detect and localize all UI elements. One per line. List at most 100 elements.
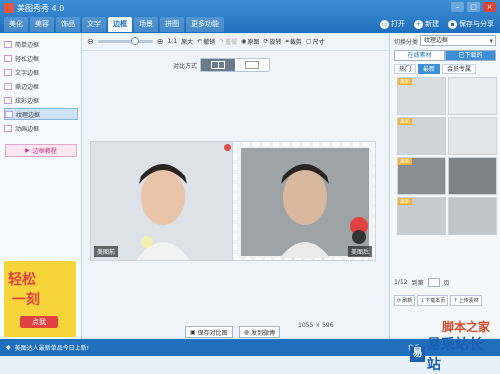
zoom-reset-button[interactable]: 1:1 [167,38,177,45]
compare-single-option[interactable] [235,59,269,71]
category-select[interactable]: 纹理边框 [420,35,496,46]
status-text[interactable]: 美图达人最新单品今日上新! [15,343,89,352]
tab-frame[interactable]: 边框 [108,17,132,32]
refresh-button[interactable]: ⟳ 刷新 [394,295,416,306]
save-share-button[interactable]: ▪ 保存与分享 [448,17,494,31]
tab-beautify[interactable]: 美化 [4,17,28,32]
sidebar-item-simple[interactable]: 简单边框 [4,38,78,50]
rotate-button[interactable]: ⟳ 旋转 [263,37,281,46]
material-panel: 切换分类 纹理边框 在线素材 已下载的 热门 最新 会员专属 最新 最新 最新 … [389,33,500,339]
watermark-logo-icon: 易 [410,346,425,362]
save-compare-icon: ▣ [190,328,196,336]
compare-mode-label: 对比方式 [173,63,198,70]
sidebar-item-animated[interactable]: 动画边框 [4,122,78,134]
material-thumb[interactable] [448,197,497,235]
sidebar-item-colorful[interactable]: 炫彩边框 [4,94,78,106]
post-weibo-label: 发到微博 [250,329,275,337]
material-filter-tabs: 热门 最新 会员专属 [394,64,477,74]
download-page-button[interactable]: ↓ 下载本页 [417,295,449,306]
tab-face[interactable]: 美容 [30,17,54,32]
material-thumb[interactable]: 最新 [397,117,446,155]
after-photo: 美图后 [232,141,376,261]
edit-toolbar: ⊖ ⊕ 1:1 原大 ↶ 撤销 ↷ 重做 ◉ 原图 ⟳ 旋转 ⌗ 裁剪 ▢ 尺寸 [83,33,388,51]
window-controls: – □ × [451,2,496,12]
sidebar-item-easy[interactable]: 轻松边框 [4,52,78,64]
undo-button[interactable]: ↶ 撤销 [197,37,215,46]
tab-downloaded[interactable]: 已下载的 [445,50,496,61]
rotate-icon: ⟳ [263,38,269,45]
tab-more[interactable]: 更多功能 [186,17,224,32]
close-button[interactable]: × [483,2,496,12]
frame-tutorial-button[interactable]: ▶ 边框教程 [5,144,77,157]
material-thumb[interactable] [448,117,497,155]
tab-accessories[interactable]: 饰品 [56,17,80,32]
crop-icon: ⌗ [285,37,289,45]
zoom-out-icon[interactable]: ⊖ [87,37,94,46]
material-actions: ⟳ 刷新 ↓ 下载本页 ↑ 上传素材 [394,295,482,306]
tutorial-label: 边框教程 [32,148,57,155]
tab-vip[interactable]: 会员专属 [442,64,477,74]
redo-button[interactable]: ↷ 重做 [219,37,237,46]
download-label: 下载本页 [425,298,446,304]
tab-online-materials[interactable]: 在线素材 [394,50,445,61]
watermark-top: 脚本之家 [441,320,490,334]
open-button[interactable]: ▭ 打开 [380,17,405,31]
save-share-label: 保存与分享 [459,20,494,28]
material-thumb[interactable]: 最新 [397,197,446,235]
bottom-actions: ▣ 保存对比图 ◍ 发到微博 [185,326,280,338]
side-by-side-icon [211,61,225,69]
close-icon[interactable] [224,144,231,151]
original-label: 原图 [247,39,260,46]
compare-side-by-side-option[interactable] [201,59,235,71]
category-label: 切换分类 [394,39,419,46]
original-size-button[interactable]: 原大 [181,37,193,46]
save-icon: ▪ [448,19,457,29]
save-compare-label: 保存对比图 [197,329,228,337]
frame-type-icon [4,82,12,90]
tab-text[interactable]: 文字 [82,17,106,32]
zoom-slider-handle[interactable] [130,37,139,45]
upload-material-button[interactable]: ↑ 上传素材 [450,295,482,306]
frame-type-icon [4,124,12,132]
material-thumb[interactable] [448,157,497,195]
tab-scene[interactable]: 场景 [134,17,158,32]
page-input[interactable] [427,278,440,287]
refresh-icon: ⟳ [397,297,402,304]
zoom-slider[interactable] [97,37,153,45]
size-icon: ▢ [305,38,312,45]
new-button[interactable]: + 新建 [414,17,439,31]
ad-banner[interactable]: 轻松 一刻 点我 [4,261,76,337]
maximize-button[interactable]: □ [467,2,480,12]
upload-icon: ↑ [453,297,458,304]
sidebar-item-texture[interactable]: 纹理边框 [4,108,78,120]
zoom-in-icon[interactable]: ⊕ [157,37,164,46]
watermark: 脚本之家 易易采站长站 [410,318,494,373]
undo-icon: ↶ [197,38,203,45]
frame-type-icon [4,96,12,104]
sidebar-item-torn[interactable]: 撕边边框 [4,80,78,92]
tab-newest[interactable]: 最新 [418,64,441,74]
tab-hot[interactable]: 热门 [394,64,417,74]
ad-click-button[interactable]: 点我 [20,316,58,328]
goto-suffix: 页 [443,280,450,287]
sidebar-item-label: 动画边框 [15,125,40,133]
tab-collage[interactable]: 拼图 [160,17,184,32]
size-label: 尺寸 [312,39,325,46]
save-compare-button[interactable]: ▣ 保存对比图 [185,326,233,338]
material-thumb[interactable]: 最新 [397,157,446,195]
canvas-area: ⊖ ⊕ 1:1 原大 ↶ 撤销 ↷ 重做 ◉ 原图 ⟳ 旋转 ⌗ 裁剪 ▢ 尺寸 对比方式 … [83,33,388,339]
original-button[interactable]: ◉ 原图 [241,37,259,46]
watermark-bottom: 易易采站长站 [410,334,492,374]
material-thumb[interactable] [448,77,497,115]
before-photo: 美图前 [90,141,234,261]
compare-mode-toggle[interactable] [200,58,270,72]
new-badge: 最新 [398,198,413,205]
title-bar: 美图秀秀 4.0 – □ × 美化 美容 饰品 文字 边框 场景 拼图 更多功能… [0,0,500,33]
size-button[interactable]: ▢ 尺寸 [306,37,325,46]
minimize-button[interactable]: – [451,2,464,12]
material-thumb[interactable]: 最新 [397,77,446,115]
sidebar-item-text[interactable]: 文字边框 [4,66,78,78]
post-weibo-button[interactable]: ◍ 发到微博 [238,326,280,338]
crop-button[interactable]: ⌗ 裁剪 [285,37,301,47]
open-label: 打开 [391,20,405,28]
